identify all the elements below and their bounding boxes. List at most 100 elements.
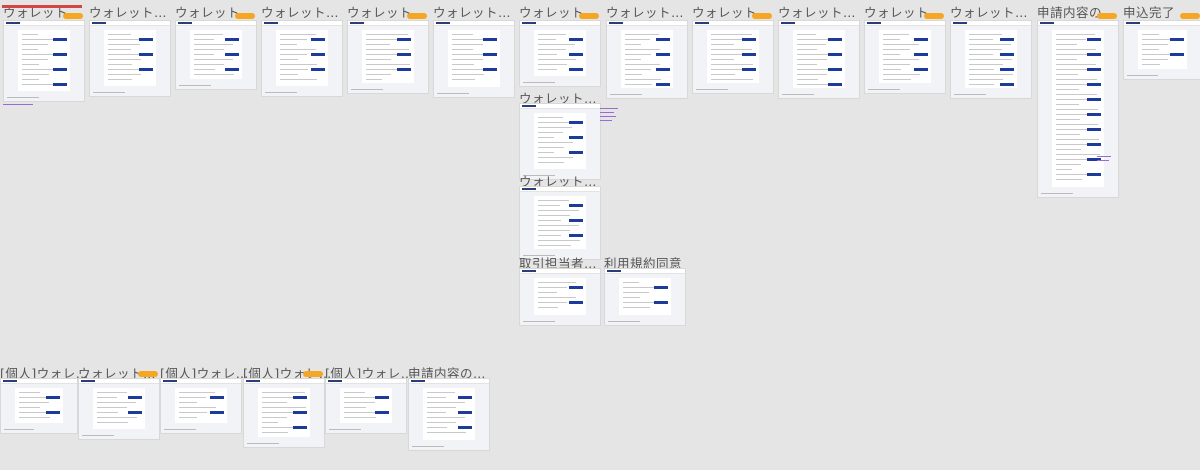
screen-frame[interactable] xyxy=(519,103,601,180)
text-line xyxy=(452,34,473,35)
frame-title[interactable]: ウォレット… xyxy=(261,2,339,21)
action-button xyxy=(209,411,224,414)
text-line xyxy=(262,422,278,423)
text-line xyxy=(194,39,214,40)
text-line xyxy=(262,412,297,413)
action-button xyxy=(1086,143,1101,146)
screen-frame[interactable] xyxy=(3,20,85,102)
text-line xyxy=(711,34,752,35)
screen-frame[interactable] xyxy=(778,20,860,99)
screen-frame[interactable] xyxy=(325,378,407,434)
text-line xyxy=(969,69,994,70)
text-line xyxy=(18,392,40,393)
screen-frame[interactable] xyxy=(243,378,325,448)
text-line xyxy=(623,307,650,308)
frame-title[interactable]: ウォレット… xyxy=(606,2,684,21)
screen-frame[interactable] xyxy=(89,20,171,97)
text-line xyxy=(538,44,576,45)
screen-frame[interactable] xyxy=(692,20,774,94)
action-button xyxy=(292,411,307,414)
action-button xyxy=(999,68,1014,71)
frame-title[interactable]: 申込完了 xyxy=(1123,2,1175,21)
screen-frame[interactable] xyxy=(519,268,601,326)
action-button xyxy=(1086,68,1101,71)
text-line xyxy=(623,292,650,293)
text-line xyxy=(1141,44,1168,45)
text-line xyxy=(262,392,305,393)
frame-title[interactable]: ウォレット… xyxy=(778,2,856,21)
text-line xyxy=(538,157,574,158)
frame-header xyxy=(326,379,406,384)
frame-footer xyxy=(164,429,196,430)
text-line xyxy=(344,407,366,408)
text-line xyxy=(538,225,580,226)
text-line xyxy=(22,79,40,80)
screen-frame[interactable] xyxy=(78,378,160,440)
text-line xyxy=(711,44,734,45)
text-line xyxy=(427,412,447,413)
text-line xyxy=(344,417,376,418)
text-line xyxy=(538,34,566,35)
screen-frame[interactable] xyxy=(1123,20,1200,80)
text-line xyxy=(969,39,993,40)
text-line xyxy=(179,412,207,413)
screen-frame[interactable] xyxy=(261,20,343,97)
text-line xyxy=(452,44,483,45)
text-line xyxy=(969,34,1002,35)
text-line xyxy=(1056,149,1081,150)
screen-frame[interactable] xyxy=(864,20,946,94)
text-line xyxy=(1056,54,1087,55)
screen-frame[interactable] xyxy=(950,20,1032,99)
text-line xyxy=(427,392,456,393)
screen-frame[interactable] xyxy=(175,20,257,90)
text-line xyxy=(538,137,554,138)
text-line xyxy=(1056,129,1090,130)
text-line xyxy=(711,79,754,80)
frame-header xyxy=(693,21,773,26)
text-line xyxy=(194,44,233,45)
text-line xyxy=(1056,64,1097,65)
screen-frame[interactable] xyxy=(408,378,490,451)
text-line xyxy=(194,49,224,50)
screen-frame[interactable] xyxy=(0,378,78,434)
screen-frame[interactable] xyxy=(1037,20,1119,198)
action-button xyxy=(568,204,583,207)
screen-frame[interactable] xyxy=(433,20,515,98)
text-line xyxy=(1056,84,1088,85)
screen-frame[interactable] xyxy=(604,268,686,326)
text-line xyxy=(427,432,466,433)
text-line xyxy=(883,74,920,75)
action-button xyxy=(374,396,389,399)
text-line xyxy=(280,69,308,70)
frame-title[interactable]: ウォレット… xyxy=(89,2,167,21)
frame-content xyxy=(534,196,586,249)
text-line xyxy=(194,74,234,75)
action-button xyxy=(1086,173,1101,176)
text-line xyxy=(366,44,391,45)
text-line xyxy=(452,64,474,65)
action-button xyxy=(827,68,842,71)
text-line xyxy=(969,79,1004,80)
action-button xyxy=(568,286,583,289)
screen-frame[interactable] xyxy=(519,20,601,87)
text-line xyxy=(280,49,317,50)
screen-frame[interactable] xyxy=(347,20,429,94)
text-line xyxy=(1141,34,1159,35)
action-button xyxy=(568,136,583,139)
action-button xyxy=(396,38,411,41)
frame-header xyxy=(520,269,600,274)
action-button xyxy=(999,53,1014,56)
text-line xyxy=(1056,69,1088,70)
frame-title[interactable]: ウォレット… xyxy=(950,2,1028,21)
action-button xyxy=(482,68,497,71)
text-line xyxy=(883,54,901,55)
screen-frame[interactable] xyxy=(606,20,688,99)
screen-frame[interactable] xyxy=(160,378,242,434)
text-line xyxy=(452,79,475,80)
text-line xyxy=(538,287,567,288)
screen-frame[interactable] xyxy=(519,186,601,260)
action-button xyxy=(1086,53,1101,56)
frame-title[interactable]: ウォレット… xyxy=(433,2,511,21)
frame-content xyxy=(14,388,64,423)
action-button xyxy=(568,219,583,222)
